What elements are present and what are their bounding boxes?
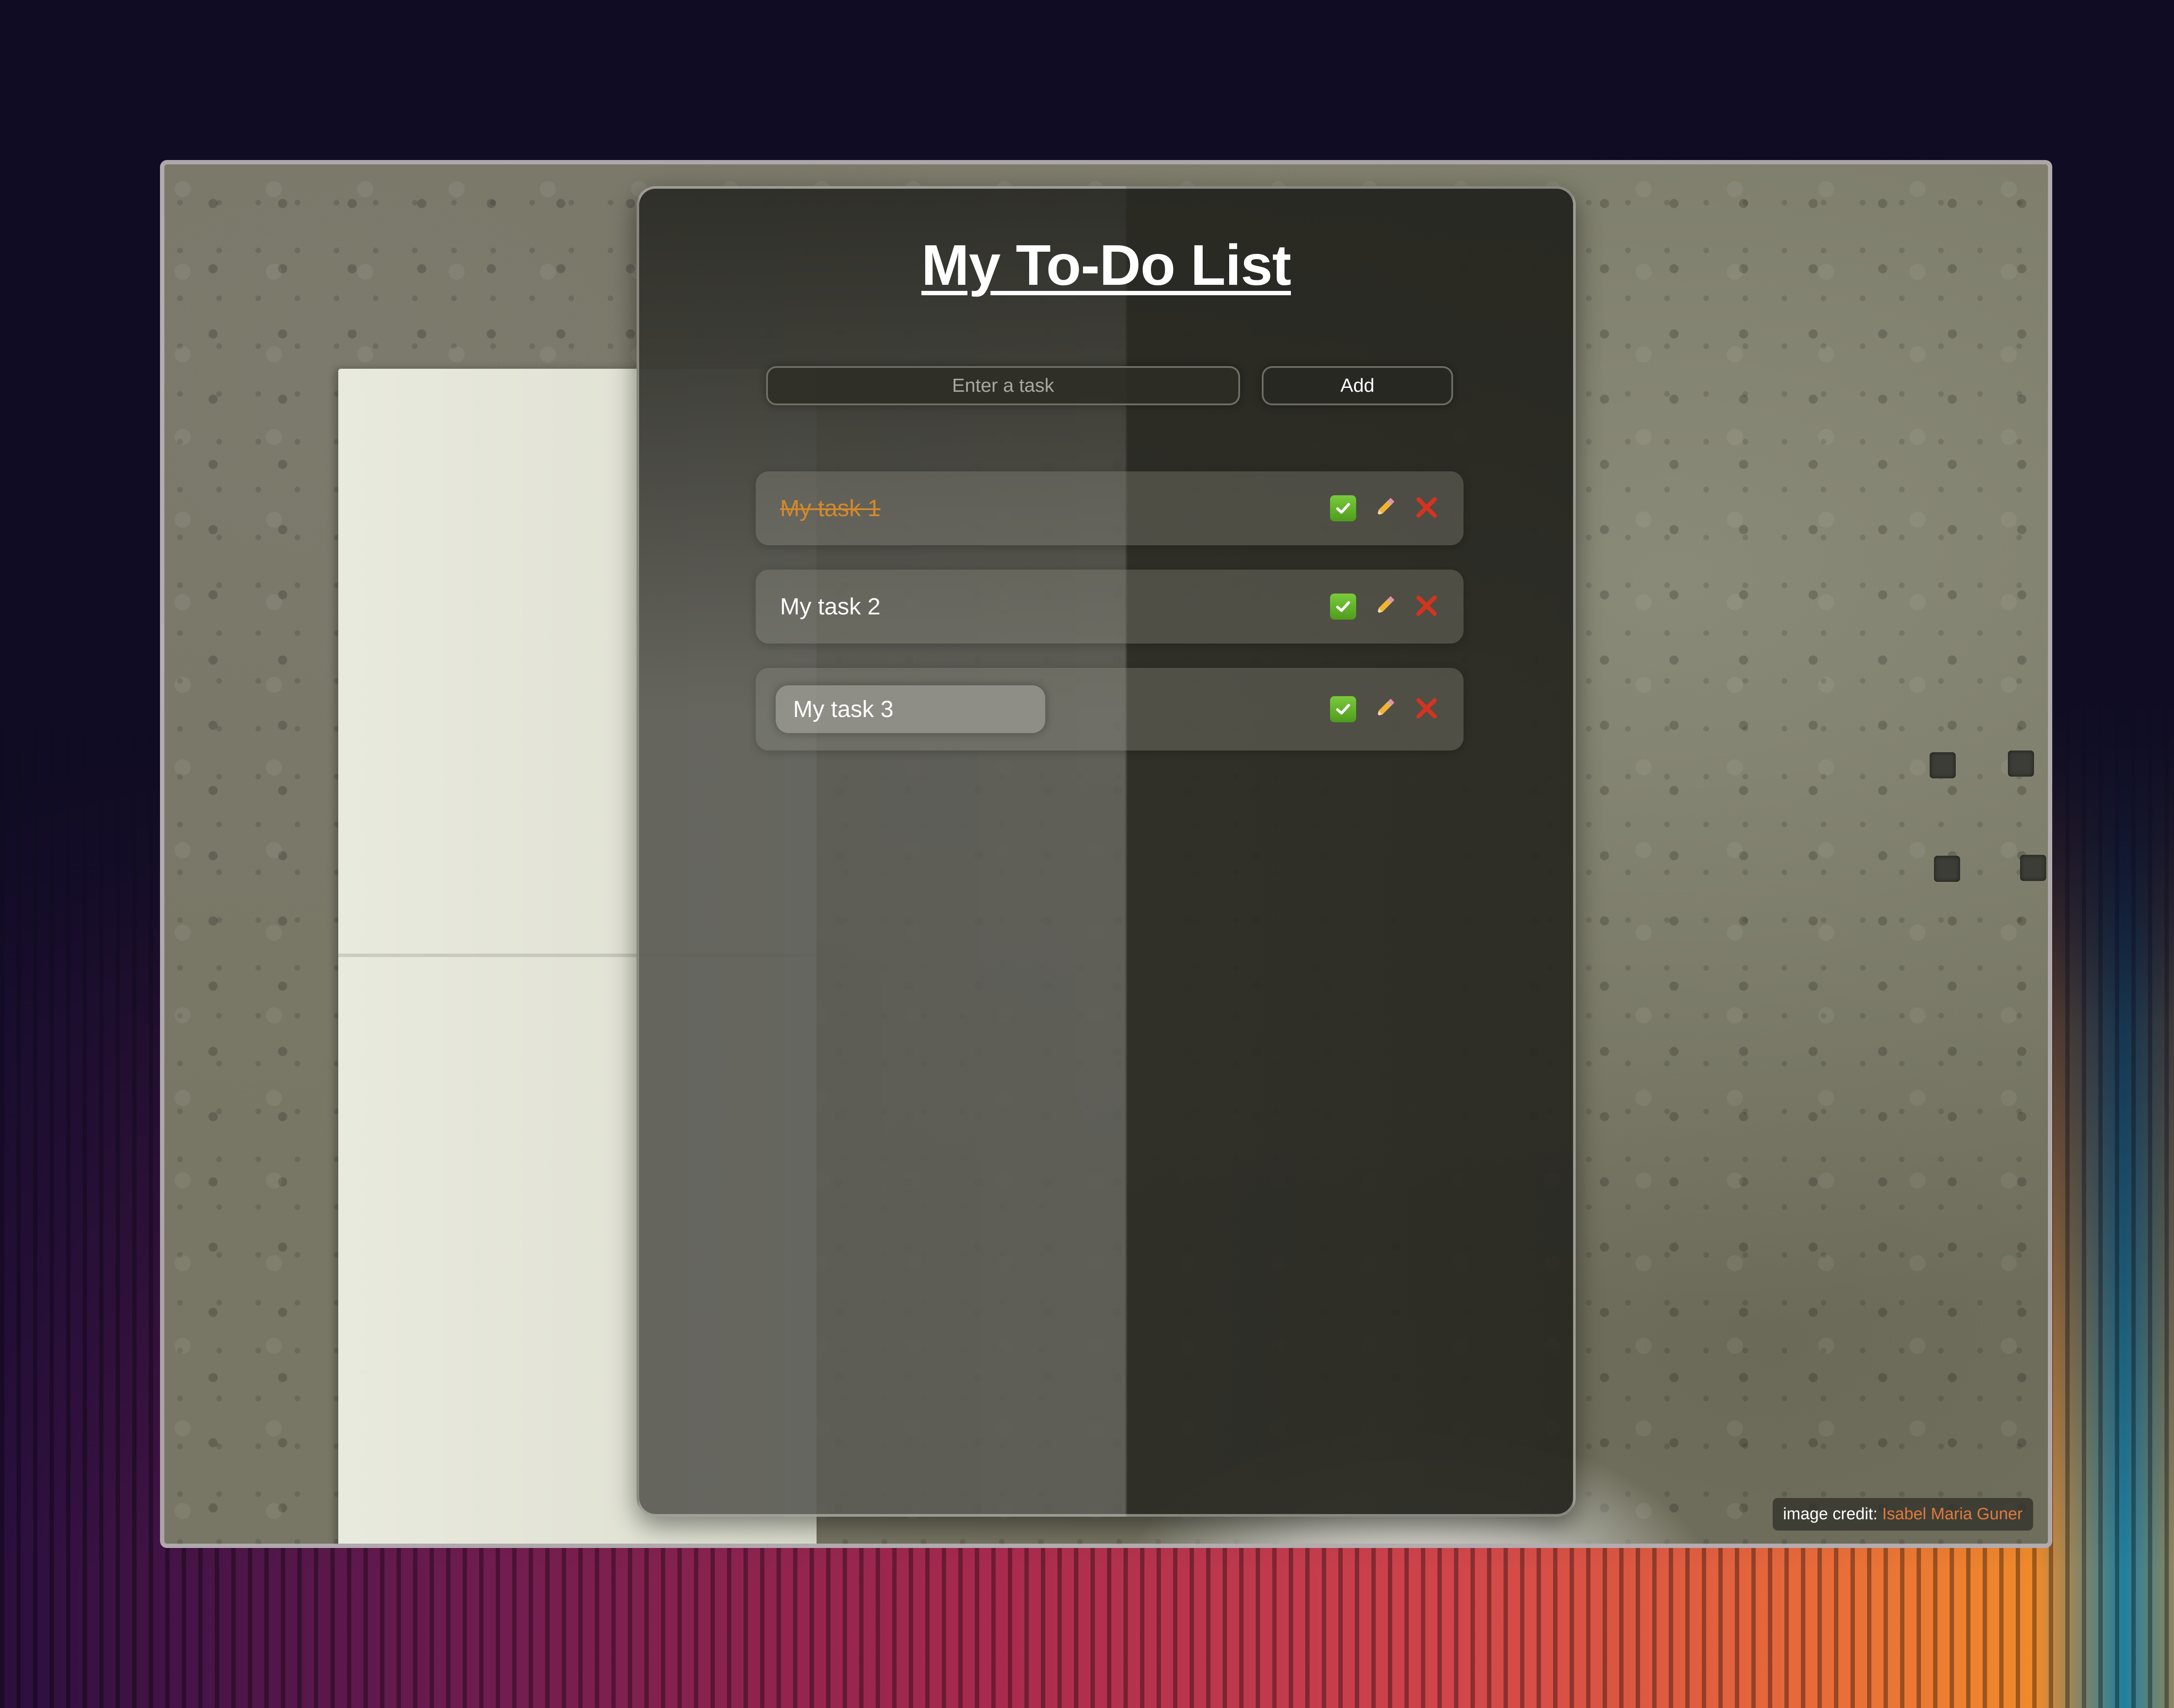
pencil-icon [1372, 695, 1398, 724]
delete-button[interactable] [1412, 695, 1441, 724]
page-title: My To-Do List [921, 233, 1291, 297]
complete-button[interactable] [1329, 695, 1357, 724]
todo-item [756, 668, 1464, 751]
check-icon [1330, 495, 1356, 521]
edit-button[interactable] [1370, 592, 1399, 621]
todo-actions [1329, 695, 1441, 724]
todo-actions [1329, 592, 1441, 621]
task-input[interactable] [766, 366, 1240, 405]
todo-text: My task 1 [780, 495, 881, 521]
delete-button[interactable] [1412, 592, 1441, 621]
edit-button[interactable] [1370, 494, 1399, 523]
delete-button[interactable] [1412, 494, 1441, 523]
todo-text: My task 2 [780, 594, 881, 620]
app-window: My To-Do List Add My task 1 My task 2 ima… [160, 160, 2052, 1548]
todo-edit-input[interactable] [776, 685, 1045, 733]
todo-card: My To-Do List Add My task 1 My task 2 [637, 186, 1576, 1517]
wall-stud [2008, 751, 2034, 777]
cross-icon [1413, 694, 1440, 724]
todo-list: My task 1 My task 2 [756, 471, 1464, 775]
wall-stud [1934, 856, 1960, 882]
cross-icon [1413, 494, 1440, 524]
image-credit: image credit: Isabel Maria Guner [1772, 1498, 2033, 1531]
wall-stud [2020, 855, 2046, 881]
cross-icon [1413, 592, 1440, 622]
add-button[interactable]: Add [1262, 366, 1453, 405]
image-credit-link[interactable]: Isabel Maria Guner [1882, 1505, 2023, 1523]
complete-button[interactable] [1329, 592, 1357, 621]
todo-actions [1329, 494, 1441, 523]
todo-item: My task 2 [756, 570, 1464, 644]
complete-button[interactable] [1329, 494, 1357, 523]
pencil-icon [1372, 494, 1398, 523]
image-credit-label: image credit: [1783, 1505, 1878, 1523]
todo-item: My task 1 [756, 471, 1464, 545]
edit-button[interactable] [1370, 695, 1399, 724]
wall-stud [1930, 752, 1956, 778]
check-icon [1330, 696, 1356, 722]
pencil-icon [1372, 593, 1398, 621]
check-icon [1330, 594, 1356, 620]
